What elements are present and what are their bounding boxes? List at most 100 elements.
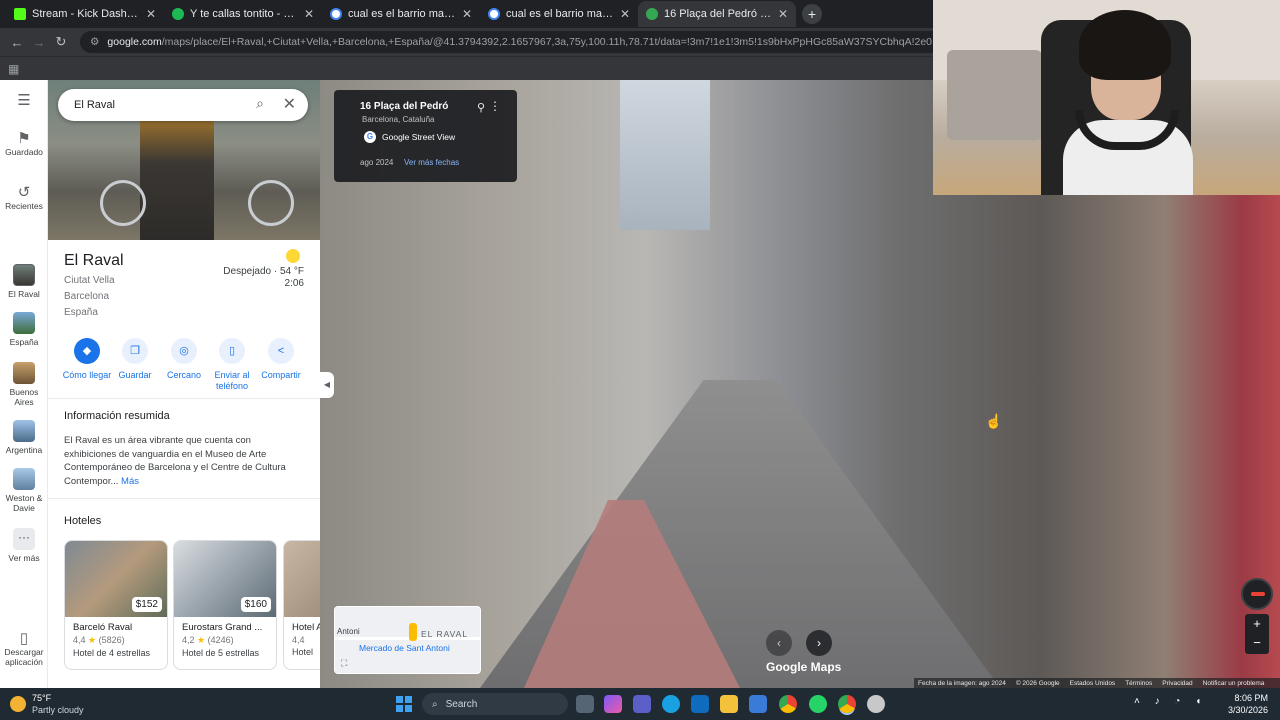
hotel-photo: $160 — [174, 541, 276, 617]
windows-start-icon[interactable] — [396, 696, 412, 712]
street-view-info-card: 16 Plaça del Pedró Barcelona, Cataluña ⚲… — [334, 90, 517, 182]
hotel-card[interactable]: $160 Eurostars Grand ... 4,2 ★ (4246) Ho… — [173, 540, 277, 670]
outlook-icon[interactable] — [691, 695, 709, 713]
tab-google-maps[interactable]: 16 Plaça del Pedró - Google Maps ✕ — [638, 1, 796, 27]
more-link[interactable]: Más — [121, 476, 139, 487]
capture-date: ago 2024 — [360, 158, 394, 167]
hotel-card[interactable]: Hotel A 4,4 Hotel — [283, 540, 320, 670]
region-link[interactable]: Estados Unidos — [1070, 680, 1116, 687]
maps-pin-icon — [646, 8, 658, 20]
hamburger-icon: ☰ — [17, 92, 31, 109]
taskbar-search[interactable]: ⌕ Search — [422, 693, 568, 715]
pin-icon[interactable]: ⚲ — [477, 101, 485, 114]
street-view-minimap[interactable]: Antoni EL RAVAL Mercado de Sant Antoni ⛶ — [334, 606, 481, 674]
tab-google-search[interactable]: cual es el barrio mas peligroso ✕ — [480, 1, 638, 27]
rail-item-more[interactable]: ··· Ver más — [0, 528, 48, 563]
forward-icon[interactable]: → — [28, 35, 50, 50]
close-icon[interactable]: ✕ — [620, 7, 630, 21]
map-footer: Fecha de la imagen: ago 2024 © 2026 Goog… — [914, 678, 1280, 688]
rating-value: 4,4 — [73, 635, 86, 645]
clock[interactable]: 8:06 PM 3/30/2026 — [1228, 692, 1268, 716]
tab-google-search[interactable]: cual es el barrio mas peligroso ✕ — [322, 1, 480, 27]
photo-detail — [100, 180, 146, 226]
save-button[interactable]: ❐ Guardar — [108, 338, 162, 381]
close-icon[interactable]: ✕ — [283, 94, 296, 114]
whatsapp-icon[interactable] — [809, 695, 827, 713]
nearby-button[interactable]: ◎ Cercano — [157, 338, 211, 381]
back-icon[interactable]: ← — [6, 35, 28, 50]
tab-kick[interactable]: Stream - Kick Dashboard ✕ — [6, 1, 164, 27]
store-icon[interactable] — [749, 695, 767, 713]
rail-item-saved[interactable]: ⚑ Guardado — [0, 131, 48, 157]
rail-item-buenos-aires[interactable]: Buenos Aires — [0, 362, 48, 407]
edge-icon[interactable] — [662, 695, 680, 713]
search-icon: ⌕ — [432, 698, 438, 710]
rail-item-label: España — [9, 337, 39, 347]
terms-link[interactable]: Términos — [1125, 680, 1152, 687]
streetview-brand-label: Google Street View — [382, 132, 456, 142]
chevron-right-icon[interactable]: › — [806, 630, 832, 656]
close-icon[interactable]: ✕ — [778, 7, 788, 21]
clock-date: 3/30/2026 — [1227, 705, 1268, 715]
streetview-subtitle: Barcelona, Cataluña — [362, 115, 435, 124]
expand-icon[interactable]: ⛶ — [341, 658, 347, 669]
chrome-icon[interactable] — [779, 695, 797, 713]
apps-grid-icon[interactable]: ▦ — [8, 62, 19, 76]
share-button[interactable]: < Compartir — [254, 338, 308, 381]
close-icon[interactable]: ✕ — [462, 7, 472, 21]
more-vert-icon[interactable]: ⋮ — [489, 99, 501, 113]
report-link[interactable]: Notificar un problema — [1203, 680, 1265, 687]
site-info-icon[interactable]: ⚙ — [90, 36, 99, 48]
sun-icon — [286, 249, 300, 263]
rail-item-recent[interactable]: ↺ Recientes — [0, 185, 48, 211]
place-thumbnail — [13, 420, 35, 442]
meet-icon[interactable] — [633, 695, 651, 713]
rail-item-download-app[interactable]: ▯ Descargar aplicación — [0, 630, 48, 667]
rail-item-argentina[interactable]: Argentina — [0, 420, 48, 455]
hotel-price: $152 — [131, 597, 162, 612]
panorama-sky — [620, 80, 710, 230]
hotel-photo — [284, 541, 320, 617]
search-icon[interactable]: ⌕ — [256, 95, 264, 112]
file-explorer-icon[interactable] — [720, 695, 738, 713]
rail-item-label: El Raval — [8, 289, 40, 299]
tab-spotify[interactable]: Y te callas tontito - playlist by J ✕ — [164, 1, 322, 27]
phone-icon: ▯ — [19, 630, 29, 647]
compass-icon[interactable] — [1241, 578, 1273, 610]
rail-item-espana[interactable]: España — [0, 312, 48, 347]
action-label: Compartir — [261, 370, 301, 380]
tab-label: 16 Plaça del Pedró - Google Maps — [664, 8, 772, 20]
copilot-icon[interactable] — [604, 695, 622, 713]
search-input[interactable]: El Raval ⌕ ✕ — [58, 89, 308, 121]
chrome-active-icon[interactable] — [838, 695, 856, 713]
zoom-in-button[interactable]: + — [1245, 614, 1269, 633]
send-to-phone-button[interactable]: ▯ Enviar al teléfono — [205, 338, 259, 392]
reload-icon[interactable]: ↻ — [50, 34, 72, 50]
summary-title: Información resumida — [64, 410, 170, 422]
task-view-icon[interactable] — [576, 695, 594, 713]
taskbar-search-label: Search — [445, 698, 478, 710]
new-tab-button[interactable]: + — [802, 4, 822, 24]
menu-button[interactable]: ☰ — [0, 92, 48, 109]
hotel-card[interactable]: $152 Barceló Raval 4,4 ★ (5826) Hotel de… — [64, 540, 168, 670]
more-dates-link[interactable]: Ver más fechas — [404, 158, 459, 167]
copyright: © 2026 Google — [1015, 679, 1060, 687]
privacy-link[interactable]: Privacidad — [1162, 680, 1192, 687]
system-tray-icons[interactable]: ˄ ♪ ◔ ◖ — [1134, 696, 1207, 707]
summary-body: El Raval es un área vibrante que cuenta … — [64, 435, 286, 487]
close-icon[interactable]: ✕ — [304, 7, 314, 21]
pegman-icon — [409, 623, 417, 641]
chevron-left-icon[interactable]: ‹ — [766, 630, 792, 656]
rail-item-weston-davie[interactable]: Weston & Davie — [0, 468, 48, 513]
zoom-out-button[interactable]: − — [1245, 633, 1269, 652]
tab-label: cual es el barrio mas peligroso — [506, 8, 614, 20]
collapse-panel-button[interactable]: ◀ — [320, 372, 334, 398]
directions-button[interactable]: ◆ Cómo llegar — [60, 338, 114, 381]
weather-info: Despejado · 54 °F 2:06 — [223, 266, 304, 290]
rail-item-label: Ver más — [8, 553, 40, 563]
rail-item-el-raval[interactable]: El Raval — [0, 264, 48, 299]
rail-item-label: Descargar aplicación — [4, 647, 44, 667]
app-icon[interactable] — [867, 695, 885, 713]
address-bar[interactable]: ⚙ google.com/maps/place/El+Raval,+Ciutat… — [80, 31, 933, 53]
close-icon[interactable]: ✕ — [146, 7, 156, 21]
